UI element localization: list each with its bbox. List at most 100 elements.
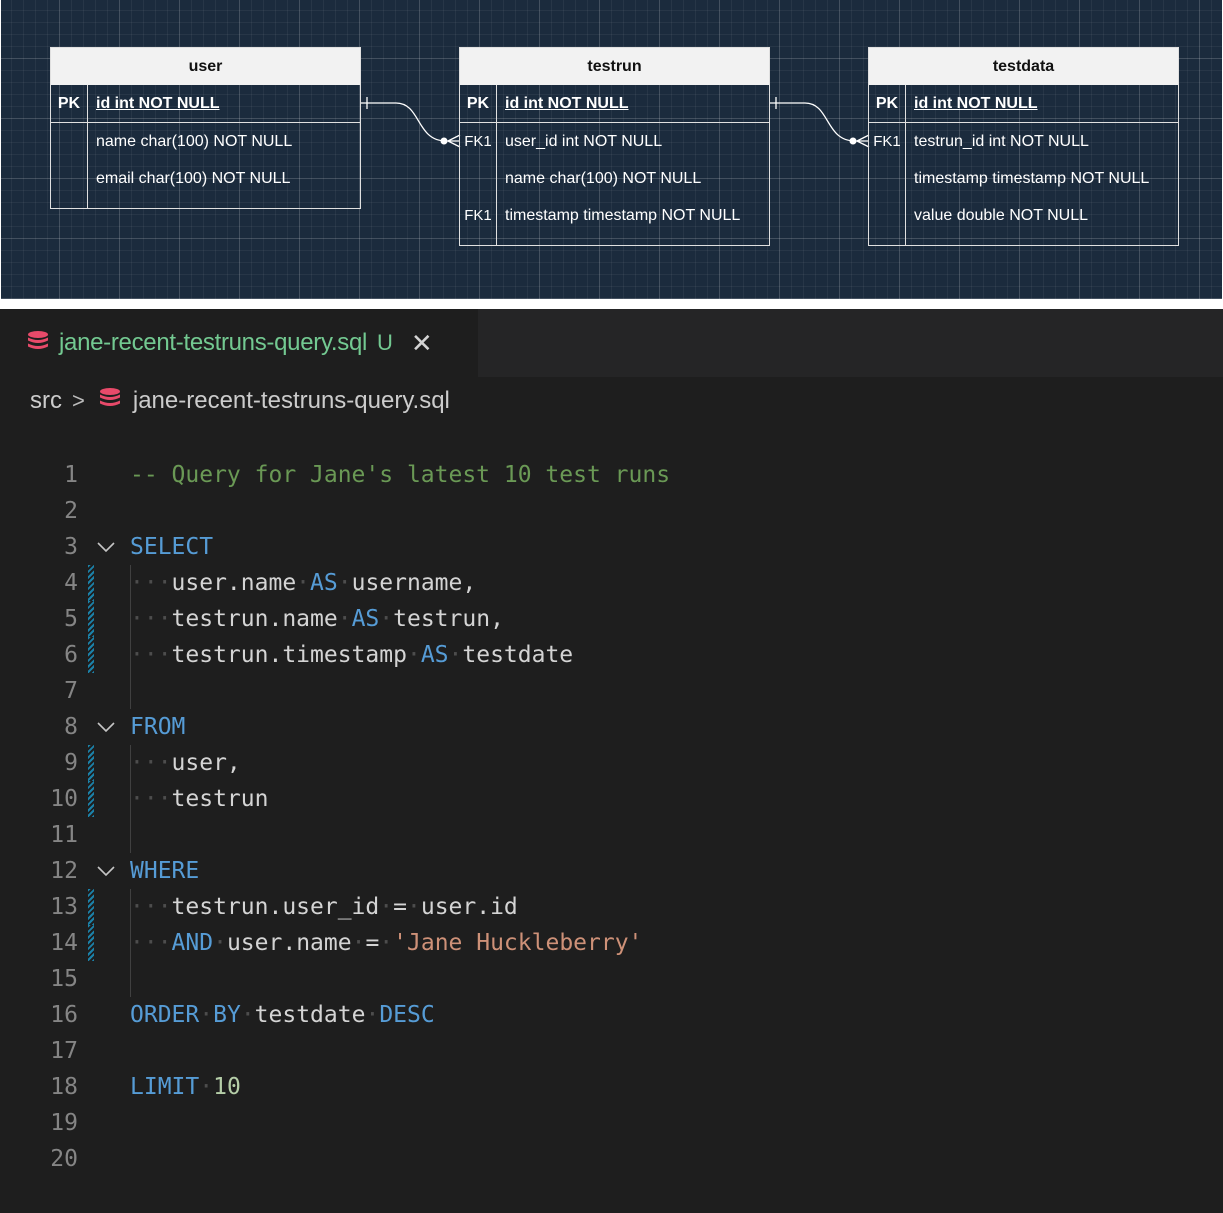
entity-columns: name char(100) NOT NULL email char(100) … bbox=[51, 123, 360, 208]
chevron-down-icon[interactable] bbox=[96, 529, 120, 565]
line-number: 20 bbox=[50, 1146, 78, 1172]
code-line: 19 LIMIT·10 bbox=[0, 1069, 1223, 1136]
git-change-marker[interactable] bbox=[88, 745, 94, 781]
key-label: FK1 bbox=[869, 123, 906, 160]
sql-keyword: FROM bbox=[130, 714, 186, 740]
code-line: 14 ···testrun.user_id·=·user.id bbox=[0, 889, 1223, 956]
indent-guide bbox=[130, 817, 131, 853]
entity-title: testdata bbox=[869, 48, 1178, 85]
entity-user: user PK id int NOT NULL name char(100) N… bbox=[50, 47, 361, 209]
tab-label: jane-recent-testruns-query.sql bbox=[59, 329, 368, 356]
pk-column: id int NOT NULL bbox=[505, 95, 629, 112]
breadcrumb: src > jane-recent-testruns-query.sql bbox=[0, 381, 1223, 421]
key-label: FK1 bbox=[460, 123, 497, 160]
code-text: ···user, bbox=[130, 750, 241, 776]
sql-keyword: SELECT bbox=[130, 534, 214, 560]
column-def: value double NOT NULL bbox=[914, 207, 1089, 224]
code-text: LIMIT·10 bbox=[130, 1074, 241, 1100]
entity-testrun: testrun PK id int NOT NULL FK1 user_id i… bbox=[459, 47, 770, 246]
chevron-right-icon: > bbox=[72, 388, 85, 413]
pk-row: PK id int NOT NULL bbox=[869, 85, 1178, 123]
code-line: 6 ···testrun.name·AS·testrun, bbox=[0, 601, 1223, 668]
column-row: name char(100) NOT NULL bbox=[51, 123, 360, 160]
key-label: FK1 bbox=[460, 197, 497, 234]
code-line: 20 bbox=[0, 1105, 1223, 1172]
divider bbox=[0, 299, 1223, 309]
many-marker-testrun bbox=[440, 137, 448, 145]
code-line: 12 bbox=[0, 817, 1223, 884]
column-def: testrun_id int NOT NULL bbox=[914, 133, 1089, 150]
column-row: FK1 timestamp timestamp NOT NULL bbox=[460, 197, 769, 234]
pk-label: PK bbox=[51, 85, 88, 122]
git-change-marker[interactable] bbox=[88, 925, 94, 961]
code-line: 13 WHERE bbox=[0, 853, 1223, 920]
key-label bbox=[51, 123, 88, 160]
code-line: 1 bbox=[0, 421, 1223, 488]
code-text: ···AND·user.name·=·'Jane Huckleberry' bbox=[130, 930, 643, 956]
code-line: 4 SELECT bbox=[0, 529, 1223, 596]
code-line: 8 bbox=[0, 673, 1223, 740]
database-icon bbox=[27, 330, 49, 357]
pk-row: PK id int NOT NULL bbox=[460, 85, 769, 123]
code-text: ···testrun.user_id·=·user.id bbox=[130, 894, 518, 920]
pk-label: PK bbox=[460, 85, 497, 122]
relation-user-testrun bbox=[361, 102, 460, 142]
code-text: ···testrun bbox=[130, 786, 269, 812]
git-change-marker[interactable] bbox=[88, 781, 94, 817]
code-line: 16 bbox=[0, 961, 1223, 1028]
code-line: 10 ···user, bbox=[0, 745, 1223, 812]
entity-testdata: testdata PK id int NOT NULL FK1 testrun_… bbox=[868, 47, 1179, 246]
breadcrumb-folder[interactable]: src bbox=[30, 387, 62, 415]
breadcrumb-file[interactable]: jane-recent-testruns-query.sql bbox=[133, 387, 450, 415]
tab-jane-recent-testruns-query[interactable]: jane-recent-testruns-query.sql U ✕ bbox=[0, 309, 478, 377]
sql-comment: -- Query for Jane's latest 10 test runs bbox=[130, 462, 671, 488]
editor-tab-bar: jane-recent-testruns-query.sql U ✕ bbox=[0, 309, 1223, 377]
git-change-marker[interactable] bbox=[88, 601, 94, 637]
column-def: user_id int NOT NULL bbox=[505, 133, 663, 150]
indent-guide bbox=[130, 961, 131, 997]
column-def: name char(100) NOT NULL bbox=[505, 170, 702, 187]
chevron-down-icon[interactable] bbox=[96, 853, 120, 889]
key-label bbox=[460, 160, 497, 197]
code-text: ···testrun.name·AS·testrun, bbox=[130, 606, 504, 632]
code-line: 17 ORDER·BY·testdate·DESC bbox=[0, 997, 1223, 1064]
relation-testrun-testdata bbox=[770, 102, 869, 142]
key-label bbox=[51, 160, 88, 197]
code-line: 7 ···testrun.timestamp·AS·testdate bbox=[0, 637, 1223, 704]
code-line: 2 -- Query for Jane's latest 10 test run… bbox=[0, 457, 1223, 524]
git-change-marker[interactable] bbox=[88, 889, 94, 925]
code-line: 18 bbox=[0, 1033, 1223, 1100]
database-icon bbox=[99, 387, 121, 416]
close-icon[interactable]: ✕ bbox=[411, 330, 433, 356]
git-change-marker[interactable] bbox=[88, 637, 94, 673]
column-def: timestamp timestamp NOT NULL bbox=[505, 207, 741, 224]
er-diagram: user PK id int NOT NULL name char(100) N… bbox=[0, 0, 1223, 299]
git-change-marker[interactable] bbox=[88, 565, 94, 601]
column-row: FK1 user_id int NOT NULL bbox=[460, 123, 769, 160]
code-line: 3 bbox=[0, 493, 1223, 560]
code-text: ORDER·BY·testdate·DESC bbox=[130, 1002, 435, 1028]
code-line: 5 ···user.name·AS·username, bbox=[0, 565, 1223, 632]
column-row: timestamp timestamp NOT NULL bbox=[869, 160, 1178, 197]
column-def: email char(100) NOT NULL bbox=[96, 170, 291, 187]
sql-keyword: WHERE bbox=[130, 858, 200, 884]
pk-row: PK id int NOT NULL bbox=[51, 85, 360, 123]
code-line: 15 ···AND·user.name·=·'Jane Huckleberry' bbox=[0, 925, 1223, 992]
code-text: ···testrun.timestamp·AS·testdate bbox=[130, 642, 574, 668]
chevron-down-icon[interactable] bbox=[96, 709, 120, 745]
column-row: value double NOT NULL bbox=[869, 197, 1178, 234]
column-row: name char(100) NOT NULL bbox=[460, 160, 769, 197]
many-marker-testdata bbox=[849, 137, 857, 145]
key-label bbox=[869, 160, 906, 197]
key-label bbox=[869, 197, 906, 234]
column-row: email char(100) NOT NULL bbox=[51, 160, 360, 197]
column-row: FK1 testrun_id int NOT NULL bbox=[869, 123, 1178, 160]
code-line: 11 ···testrun bbox=[0, 781, 1223, 848]
entity-title: user bbox=[51, 48, 360, 85]
column-def: name char(100) NOT NULL bbox=[96, 133, 293, 150]
entity-title: testrun bbox=[460, 48, 769, 85]
indent-guide bbox=[130, 673, 131, 709]
code-line: 9 FROM bbox=[0, 709, 1223, 776]
git-status-badge: U bbox=[377, 330, 393, 355]
code-editor[interactable]: 1 2 -- Query for Jane's latest 10 test r… bbox=[0, 420, 1223, 1172]
